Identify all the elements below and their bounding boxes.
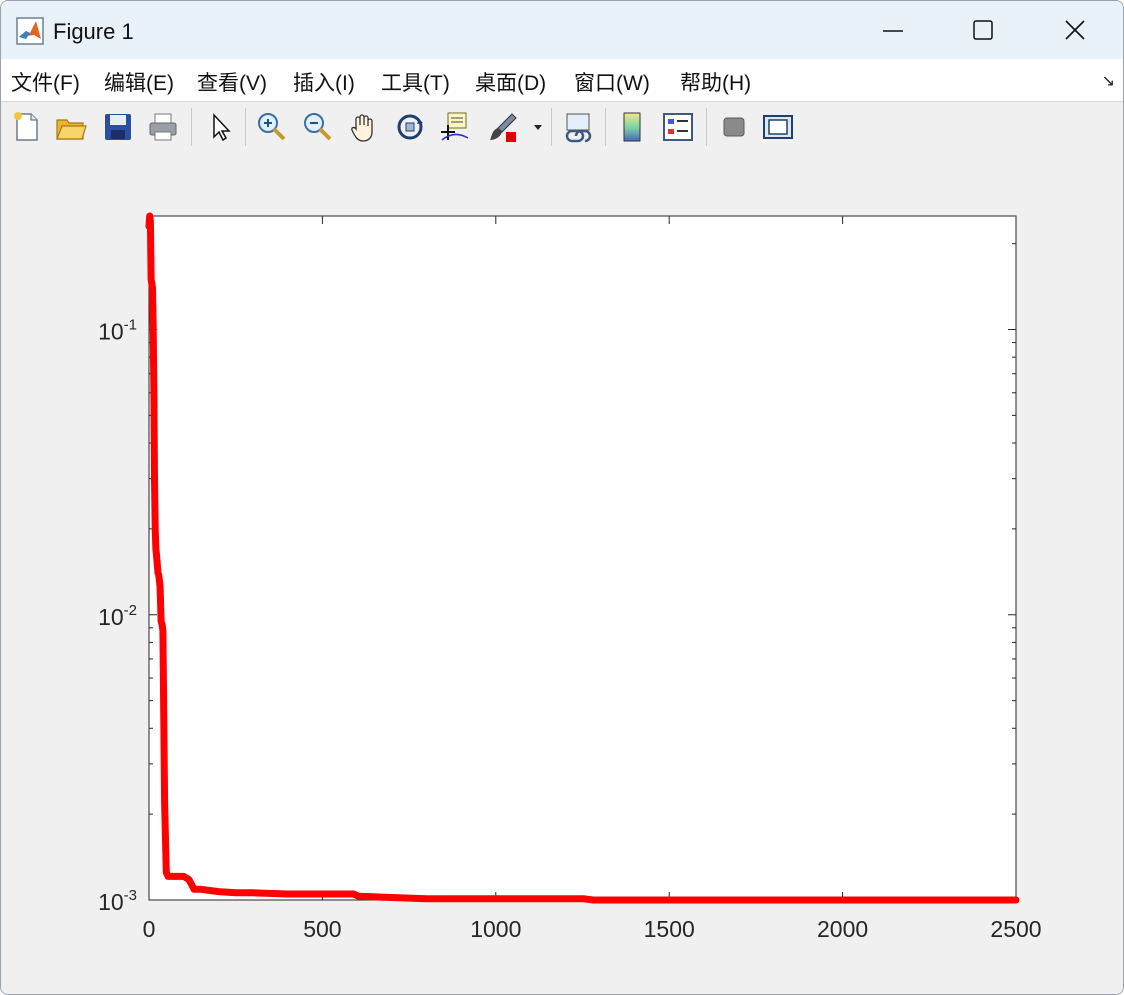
save-icon[interactable] — [101, 110, 135, 144]
menu-help[interactable]: 帮助(H) — [680, 67, 751, 97]
undock-arrow-icon[interactable]: ↘ — [1102, 71, 1115, 91]
rotate-3d-icon[interactable] — [393, 110, 427, 144]
matlab-logo-icon — [16, 17, 44, 45]
brush-dropdown-arrow-icon[interactable] — [531, 110, 545, 144]
maximize-button[interactable] — [937, 1, 1029, 59]
menu-tools[interactable]: 工具(T) — [381, 67, 450, 97]
x-tick-label: 1500 — [644, 916, 695, 942]
print-icon[interactable] — [146, 110, 180, 144]
menu-edit[interactable]: 编辑(E) — [104, 67, 174, 97]
y-tick-label: 10-3 — [98, 887, 137, 915]
x-tick-label: 0 — [143, 916, 156, 942]
line-chart[interactable]: 0 500 1000 1500 2000 2500 10-3 10-2 10-1 — [1, 152, 1123, 994]
link-plot-icon[interactable] — [561, 110, 595, 144]
x-tick-label: 2000 — [817, 916, 868, 942]
menu-window[interactable]: 窗口(W) — [574, 67, 650, 97]
toolbar-separator — [605, 108, 606, 146]
minimize-icon — [883, 30, 903, 32]
new-figure-icon[interactable] — [10, 110, 44, 144]
y-tick-label: 10-2 — [98, 602, 137, 630]
figure-canvas[interactable]: 0 500 1000 1500 2000 2500 10-3 10-2 10-1 — [1, 152, 1123, 994]
zoom-out-icon[interactable] — [301, 110, 335, 144]
x-tick-label: 2500 — [990, 916, 1041, 942]
close-icon — [1065, 20, 1085, 40]
axes-box[interactable] — [148, 215, 1017, 901]
minimize-button[interactable] — [847, 1, 939, 59]
title-bar[interactable]: Figure 1 — [1, 1, 1123, 59]
close-button[interactable] — [1029, 1, 1121, 59]
data-cursor-icon[interactable] — [438, 110, 472, 144]
menu-view[interactable]: 查看(V) — [197, 67, 267, 97]
menu-file[interactable]: 文件(F) — [11, 67, 80, 97]
toolbar-separator — [706, 108, 707, 146]
figure-toolbar — [1, 101, 1123, 153]
toolbar-separator — [245, 108, 246, 146]
menu-insert[interactable]: 插入(I) — [293, 67, 355, 97]
x-tick-label: 500 — [303, 916, 341, 942]
brush-icon[interactable] — [486, 110, 520, 144]
open-file-icon[interactable] — [54, 110, 88, 144]
edit-plot-arrow-icon[interactable] — [203, 110, 237, 144]
maximize-icon — [973, 20, 993, 40]
show-plot-tools-icon[interactable] — [761, 110, 795, 144]
menu-bar: 文件(F) 编辑(E) 查看(V) 插入(I) 工具(T) 桌面(D) 窗口(W… — [1, 59, 1123, 101]
figure-window: Figure 1 文件(F) 编辑(E) 查看(V) 插入(I) 工具(T) 桌… — [0, 0, 1124, 995]
window-title: Figure 1 — [53, 19, 134, 44]
colorbar-icon[interactable] — [615, 110, 649, 144]
x-tick-label: 1000 — [470, 916, 521, 942]
zoom-in-icon[interactable] — [255, 110, 289, 144]
toolbar-separator — [551, 108, 552, 146]
toolbar-separator — [191, 108, 192, 146]
hide-plot-tools-icon[interactable] — [717, 110, 751, 144]
menu-desktop[interactable]: 桌面(D) — [475, 67, 546, 97]
pan-hand-icon[interactable] — [347, 110, 381, 144]
legend-icon[interactable] — [661, 110, 695, 144]
y-tick-label: 10-1 — [98, 317, 137, 345]
